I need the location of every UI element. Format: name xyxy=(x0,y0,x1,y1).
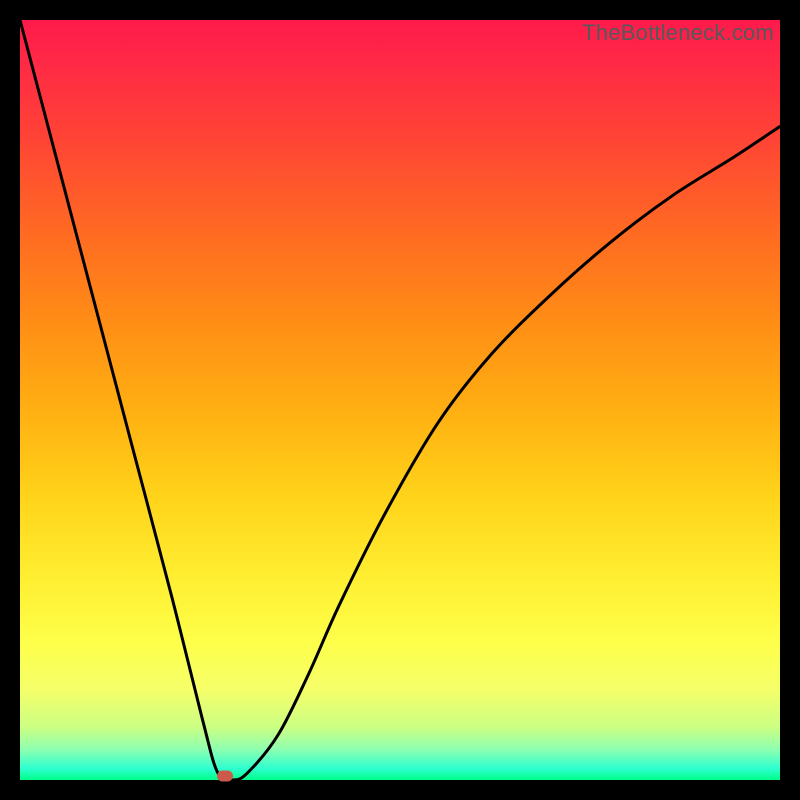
optimal-point-marker xyxy=(217,771,233,782)
plot-area: TheBottleneck.com xyxy=(20,20,780,780)
watermark-text: TheBottleneck.com xyxy=(582,20,774,46)
chart-frame: TheBottleneck.com xyxy=(0,0,800,800)
bottleneck-curve xyxy=(20,20,780,780)
axis-left-border xyxy=(0,0,20,800)
axis-bottom-border xyxy=(0,780,800,800)
